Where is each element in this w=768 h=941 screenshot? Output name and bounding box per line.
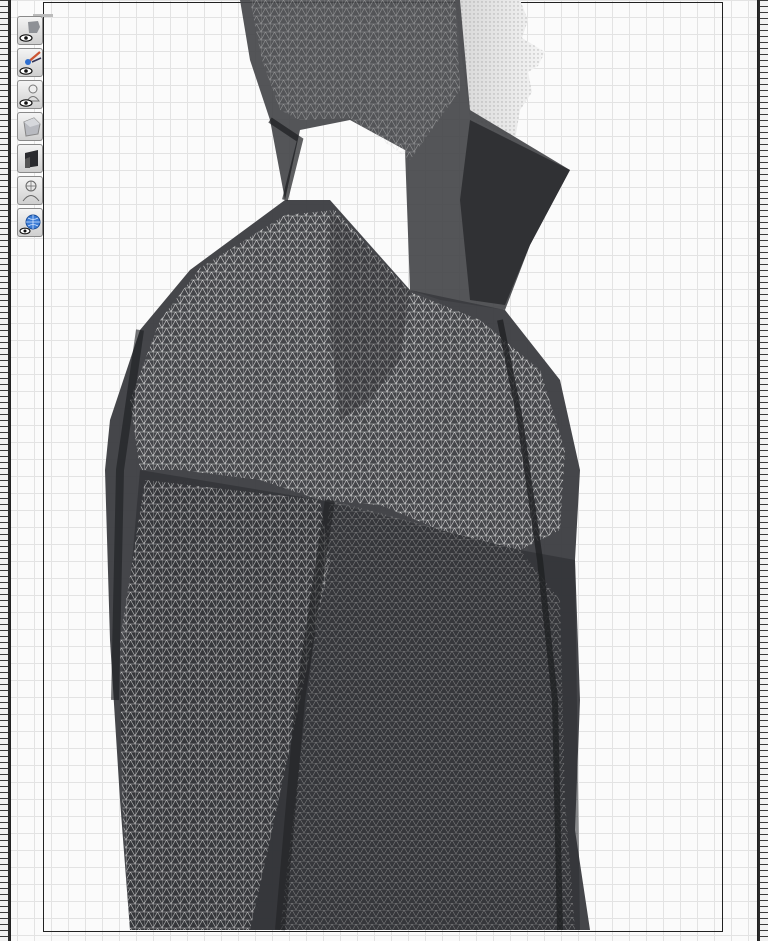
surface-icon bbox=[23, 117, 41, 137]
fabric-view-button[interactable] bbox=[17, 144, 43, 173]
eye-globe-icon bbox=[19, 214, 41, 235]
surface-shade-button[interactable] bbox=[17, 112, 43, 141]
view-toolbar bbox=[17, 14, 53, 237]
toggle-avatar-button[interactable] bbox=[17, 80, 43, 109]
toggle-garment-mesh-button[interactable] bbox=[17, 16, 43, 45]
eye-avatar-icon bbox=[19, 84, 40, 107]
avatar-wireframe-button[interactable] bbox=[17, 176, 43, 205]
texture-globe-button[interactable] bbox=[17, 208, 43, 237]
avatar-wire-icon bbox=[22, 180, 40, 202]
3d-viewport[interactable] bbox=[0, 0, 768, 941]
eye-paint-icon bbox=[19, 51, 42, 75]
garment-scene[interactable] bbox=[0, 0, 768, 941]
fabric-icon bbox=[25, 150, 38, 168]
eye-garment-icon bbox=[19, 21, 40, 42]
paint-tool-button[interactable] bbox=[17, 48, 43, 77]
